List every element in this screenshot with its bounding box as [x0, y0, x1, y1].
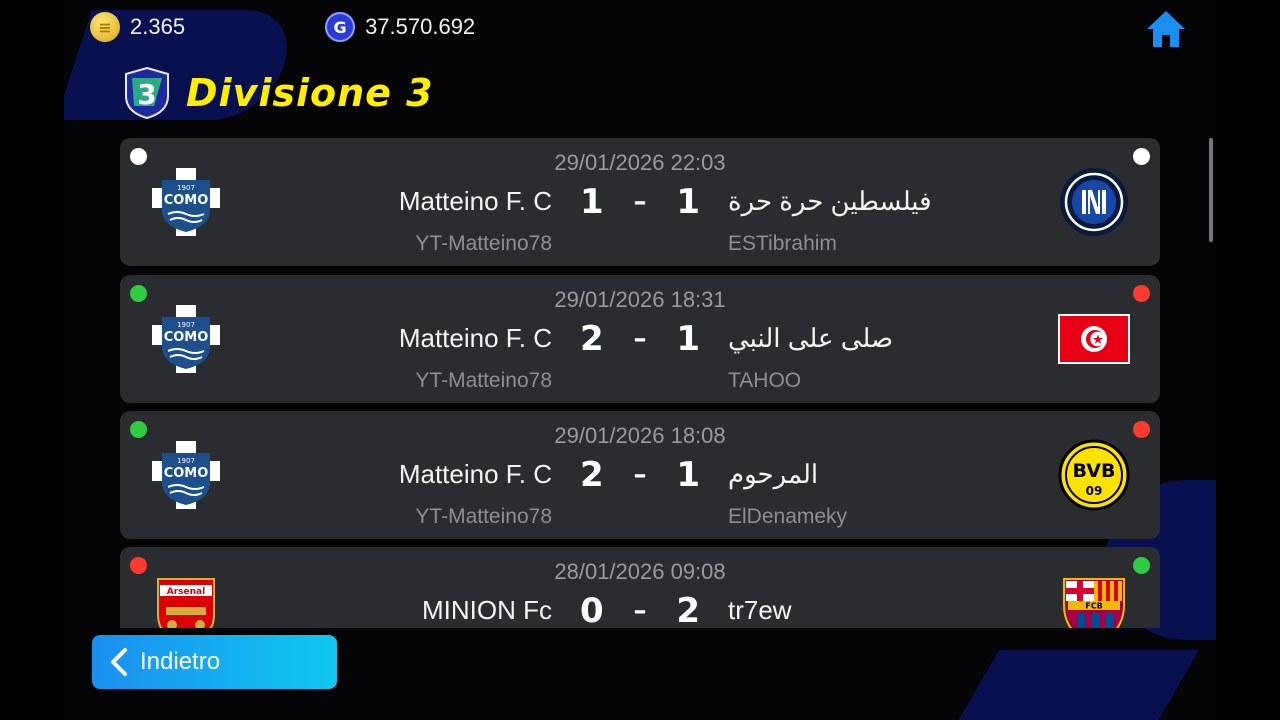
home-team-name: Matteino F. C	[398, 186, 552, 216]
score-separator: –	[633, 596, 647, 626]
score-separator: –	[633, 460, 647, 490]
como-crest-icon: 1907 COMO	[152, 168, 220, 236]
match-score: 2 – 1	[580, 319, 700, 359]
division-header: 3 Divisione 3	[124, 66, 434, 120]
home-team-name: MINION Fc	[422, 595, 552, 625]
away-player-name: TAHOO	[728, 369, 802, 392]
svg-text:1907: 1907	[177, 184, 195, 192]
home-player-name: YT-Matteino78	[415, 232, 552, 255]
home-player-name: YT-Matteino78	[415, 505, 552, 528]
svg-text:FCB: FCB	[1085, 602, 1102, 611]
away-player-name: ElDenameky	[728, 505, 848, 528]
coins-value: 2.365	[130, 14, 186, 39]
away-score: 1	[676, 182, 700, 222]
como-crest-icon: 1907 COMO	[152, 441, 220, 509]
match-score: 2 – 1	[580, 455, 700, 495]
svg-text:COMO: COMO	[164, 193, 209, 208]
match-list[interactable]: 29/01/2026 22:03 1907 COMO Matteino F. C…	[120, 136, 1160, 628]
list-scrollbar[interactable]	[1209, 138, 1213, 242]
match-date: 29/01/2026 18:31	[554, 287, 726, 312]
away-team-name: tr7ew	[728, 595, 792, 625]
match-score: 0 – 2	[580, 591, 700, 628]
away-player-name: ESTibrahim	[728, 232, 837, 255]
svg-text:09: 09	[1086, 484, 1103, 498]
home-player-name: YT-Matteino78	[415, 369, 552, 392]
home-button[interactable]	[1145, 8, 1187, 50]
match-card[interactable]: 29/01/2026 18:31 1907 COMO Matteino F. C…	[120, 275, 1160, 403]
bvb-crest-icon: BVB 09	[1058, 439, 1130, 511]
como-crest-icon: 1907 COMO	[152, 305, 220, 373]
home-team-name: Matteino F. C	[398, 459, 552, 489]
svg-text:1907: 1907	[177, 457, 195, 465]
match-date: 29/01/2026 22:03	[554, 150, 726, 175]
barcelona-crest-icon: FCB	[1063, 578, 1125, 628]
home-score: 2	[580, 319, 604, 359]
svg-text:BVB: BVB	[1073, 460, 1116, 482]
page-title: Divisione 3	[186, 71, 434, 115]
away-team-name: المرحوم	[728, 459, 819, 489]
match-date: 29/01/2026 18:08	[554, 423, 726, 448]
match-card[interactable]: 29/01/2026 22:03 1907 COMO Matteino F. C…	[120, 138, 1160, 266]
away-team-name: صلى على النبي	[728, 323, 894, 353]
svg-text:COMO: COMO	[164, 466, 209, 481]
svg-text:Arsenal: Arsenal	[167, 587, 205, 597]
background-decoration	[952, 650, 1200, 720]
score-separator: –	[633, 324, 647, 354]
division-number: 3	[137, 78, 156, 111]
away-score: 2	[676, 591, 700, 628]
match-score: 1 – 1	[580, 182, 700, 222]
inter-crest-icon	[1060, 168, 1128, 236]
gp-value: 37.570.692	[365, 14, 476, 39]
home-score: 2	[580, 455, 604, 495]
away-score: 1	[676, 455, 700, 495]
gp-coin-icon: G	[325, 12, 356, 42]
svg-text:COMO: COMO	[164, 330, 209, 345]
score-separator: –	[633, 187, 647, 217]
home-icon	[1147, 11, 1185, 47]
chevron-left-icon	[111, 648, 127, 676]
arsenal-crest-icon: Arsenal	[157, 578, 215, 628]
gold-coin-icon: ≡	[90, 12, 120, 42]
match-card[interactable]: 28/01/2026 09:08 Arsenal MINION Fc 0 – 2…	[120, 547, 1160, 628]
home-score: 1	[580, 182, 604, 222]
coins-display: ≡ 2.365	[90, 12, 185, 42]
svg-text:1907: 1907	[177, 321, 195, 329]
home-team-name: Matteino F. C	[398, 323, 552, 353]
match-date: 28/01/2026 09:08	[554, 559, 726, 584]
division-badge-icon: 3	[125, 66, 169, 120]
gp-display: G 37.570.692	[325, 12, 475, 42]
back-button[interactable]: Indietro	[92, 635, 337, 689]
away-score: 1	[676, 319, 700, 359]
currency-bar: ≡ 2.365 G 37.570.692	[90, 10, 615, 44]
back-button-label: Indietro	[140, 648, 221, 675]
away-team-name: فيلسطين حرة حرة	[728, 186, 932, 216]
match-card[interactable]: 29/01/2026 18:08 1907 COMO Matteino F. C…	[120, 411, 1160, 539]
tunisia-flag-icon	[1058, 314, 1130, 364]
home-score: 0	[580, 591, 604, 628]
